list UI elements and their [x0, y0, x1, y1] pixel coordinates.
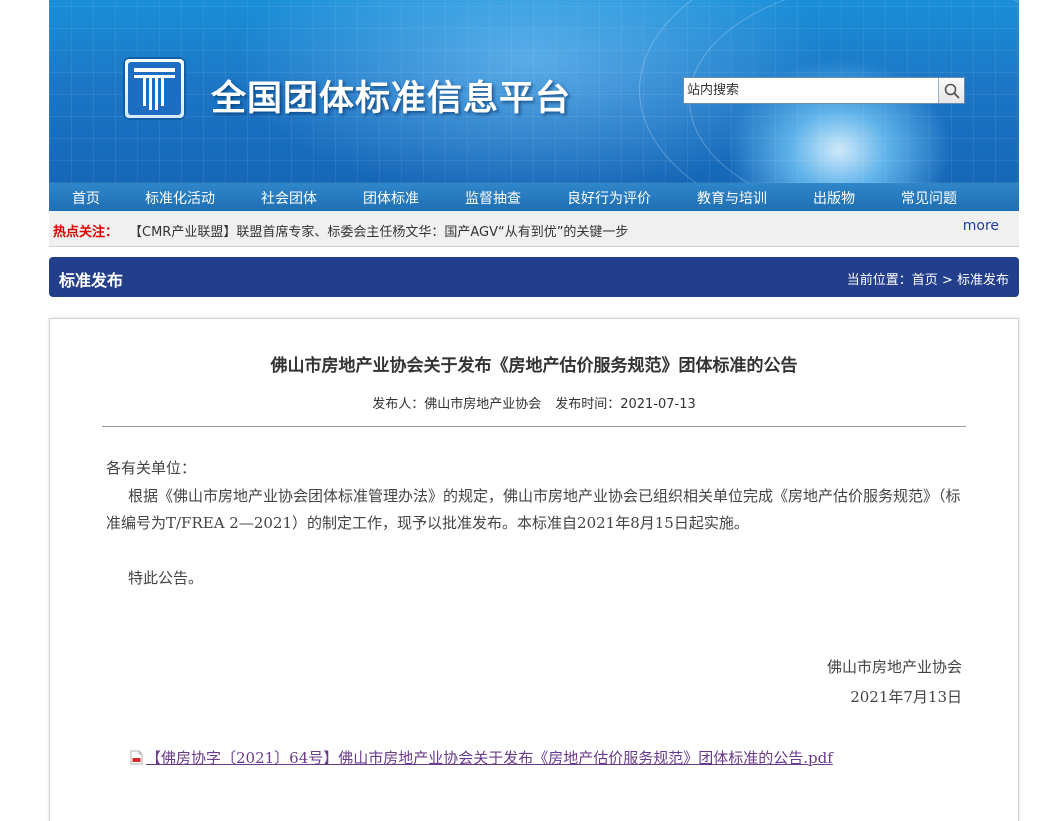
article-meta: 发布人：佛山市房地产业协会 发布时间：2021-07-13 [50, 393, 1018, 412]
breadcrumb-current[interactable]: 标准发布 [957, 273, 1009, 288]
main-nav: 首页 标准化活动 社会团体 团体标准 监督抽查 良好行为评价 教育与培训 出版物… [49, 183, 1019, 211]
nav-item-good-behavior[interactable]: 良好行为评价 [567, 188, 651, 208]
search-button[interactable] [938, 78, 964, 103]
breadcrumb-home-link[interactable]: 首页 [912, 273, 938, 288]
nav-item-social-groups[interactable]: 社会团体 [261, 188, 317, 208]
signature-date: 2021年7月13日 [850, 688, 962, 706]
header-banner: 全国团体标准信息平台 [49, 0, 1019, 183]
nav-item-publications[interactable]: 出版物 [813, 188, 855, 208]
article-title: 佛山市房地产业协会关于发布《房地产估价服务规范》团体标准的公告 [270, 356, 798, 376]
platform-logo-icon[interactable] [123, 57, 186, 120]
section-title: 标准发布 [59, 271, 124, 290]
attachment: 【佛房协字〔2021〕64号】佛山市房地产业协会关于发布《房地产估价服务规范》团… [130, 747, 833, 768]
publisher-value: 佛山市房地产业协会 [424, 397, 542, 412]
hot-topics-bar: 热点关注： 【CMR产业联盟】联盟首席专家、标委会主任杨文华：国产AGV“从有到… [49, 211, 1019, 247]
search-icon [944, 83, 959, 98]
site-title: 全国团体标准信息平台 [211, 79, 572, 119]
date-label: 发布时间： [555, 397, 621, 412]
nav-item-supervision[interactable]: 监督抽查 [465, 188, 521, 208]
nav-item-group-standards[interactable]: 团体标准 [363, 188, 419, 208]
more-link[interactable]: more [963, 218, 999, 234]
date-value: 2021-07-13 [620, 397, 696, 412]
hot-topic-link[interactable]: 【CMR产业联盟】联盟首席专家、标委会主任杨文华：国产AGV“从有到优”的关键一… [129, 221, 628, 240]
article-paragraph: 根据《佛山市房地产业协会团体标准管理办法》的规定，佛山市房地产业协会已组织相关单… [106, 487, 961, 532]
publisher-label: 发布人： [372, 397, 425, 412]
breadcrumb-separator: > [941, 273, 953, 288]
article-closing: 特此公告。 [128, 569, 204, 587]
search-box [683, 77, 965, 104]
nav-item-standardization-activities[interactable]: 标准化活动 [145, 188, 215, 208]
search-input[interactable] [684, 78, 938, 103]
attachment-pdf-link[interactable]: 【佛房协字〔2021〕64号】佛山市房地产业协会关于发布《房地产估价服务规范》团… [146, 749, 833, 767]
title-divider [102, 426, 966, 427]
breadcrumb: 当前位置：首页 > 标准发布 [847, 269, 1009, 288]
nav-item-home[interactable]: 首页 [72, 188, 100, 208]
hot-topics-label: 热点关注： [53, 225, 119, 240]
breadcrumb-prefix: 当前位置： [846, 273, 912, 288]
nav-item-faq[interactable]: 常见问题 [901, 188, 957, 208]
pdf-icon [130, 750, 143, 765]
nav-item-education[interactable]: 教育与培训 [697, 188, 767, 208]
section-header: 标准发布 当前位置：首页 > 标准发布 [49, 257, 1019, 297]
article-container: 佛山市房地产业协会关于发布《房地产估价服务规范》团体标准的公告 发布人：佛山市房… [49, 318, 1019, 821]
article-greeting: 各有关单位： [106, 459, 197, 477]
signature-organization: 佛山市房地产业协会 [826, 658, 962, 676]
